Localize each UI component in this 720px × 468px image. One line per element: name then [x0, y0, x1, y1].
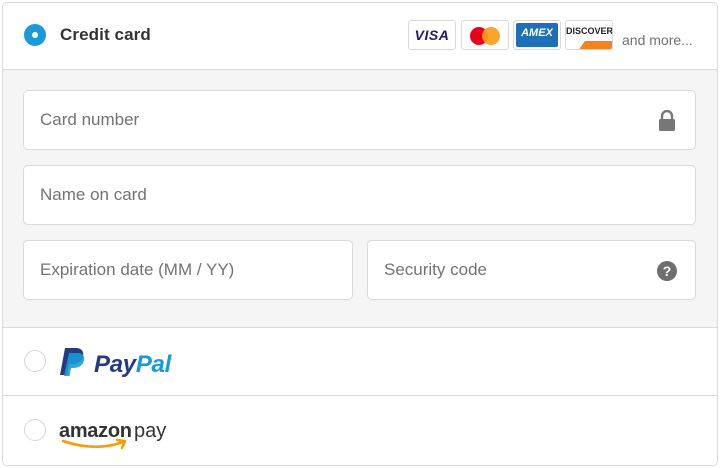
expiration-date-field[interactable]: Expiration date (MM / YY) — [23, 240, 353, 300]
amazon-pay-wordmark: pay — [134, 420, 167, 442]
help-icon[interactable]: ? — [657, 261, 677, 281]
paypal-logo: PayPal — [59, 347, 189, 379]
discover-logo: DISCOVER — [565, 20, 613, 50]
security-code-placeholder: Security code — [384, 260, 487, 279]
paypal-option[interactable]: PayPal — [3, 329, 717, 396]
paypal-wordmark: PayPal — [94, 351, 171, 378]
credit-card-option[interactable]: Credit card VISA AMEX DISCOVER and more.… — [3, 3, 717, 70]
security-code-field[interactable]: Security code ? — [367, 240, 696, 300]
card-number-field[interactable]: Card number — [23, 90, 696, 150]
credit-card-label: Credit card — [60, 25, 151, 44]
amex-logo-text: AMEX — [521, 27, 553, 39]
lock-icon — [659, 110, 675, 131]
amazon-pay-logo: amazon pay — [59, 420, 179, 452]
name-on-card-placeholder: Name on card — [40, 185, 147, 204]
paypal-mark-icon — [60, 348, 85, 376]
visa-logo: VISA — [408, 20, 456, 50]
amex-logo: AMEX — [513, 20, 561, 50]
discover-logo-text: DISCOVER — [566, 26, 613, 36]
payment-method-selector: Credit card VISA AMEX DISCOVER and more.… — [2, 2, 718, 466]
card-number-placeholder: Card number — [40, 110, 140, 129]
credit-card-form: Card number Name on card Expiration date… — [3, 70, 717, 328]
expiration-date-placeholder: Expiration date (MM / YY) — [40, 260, 235, 279]
name-on-card-field[interactable]: Name on card — [23, 165, 696, 225]
credit-card-radio[interactable] — [24, 24, 46, 46]
and-more-text: and more... — [622, 32, 693, 48]
amazon-pay-radio[interactable] — [24, 419, 46, 441]
visa-logo-text: VISA — [414, 27, 450, 43]
amazon-pay-option[interactable]: amazon pay — [3, 397, 717, 465]
amazon-smile-icon — [61, 438, 127, 450]
mastercard-logo — [461, 20, 509, 50]
paypal-radio[interactable] — [24, 350, 46, 372]
